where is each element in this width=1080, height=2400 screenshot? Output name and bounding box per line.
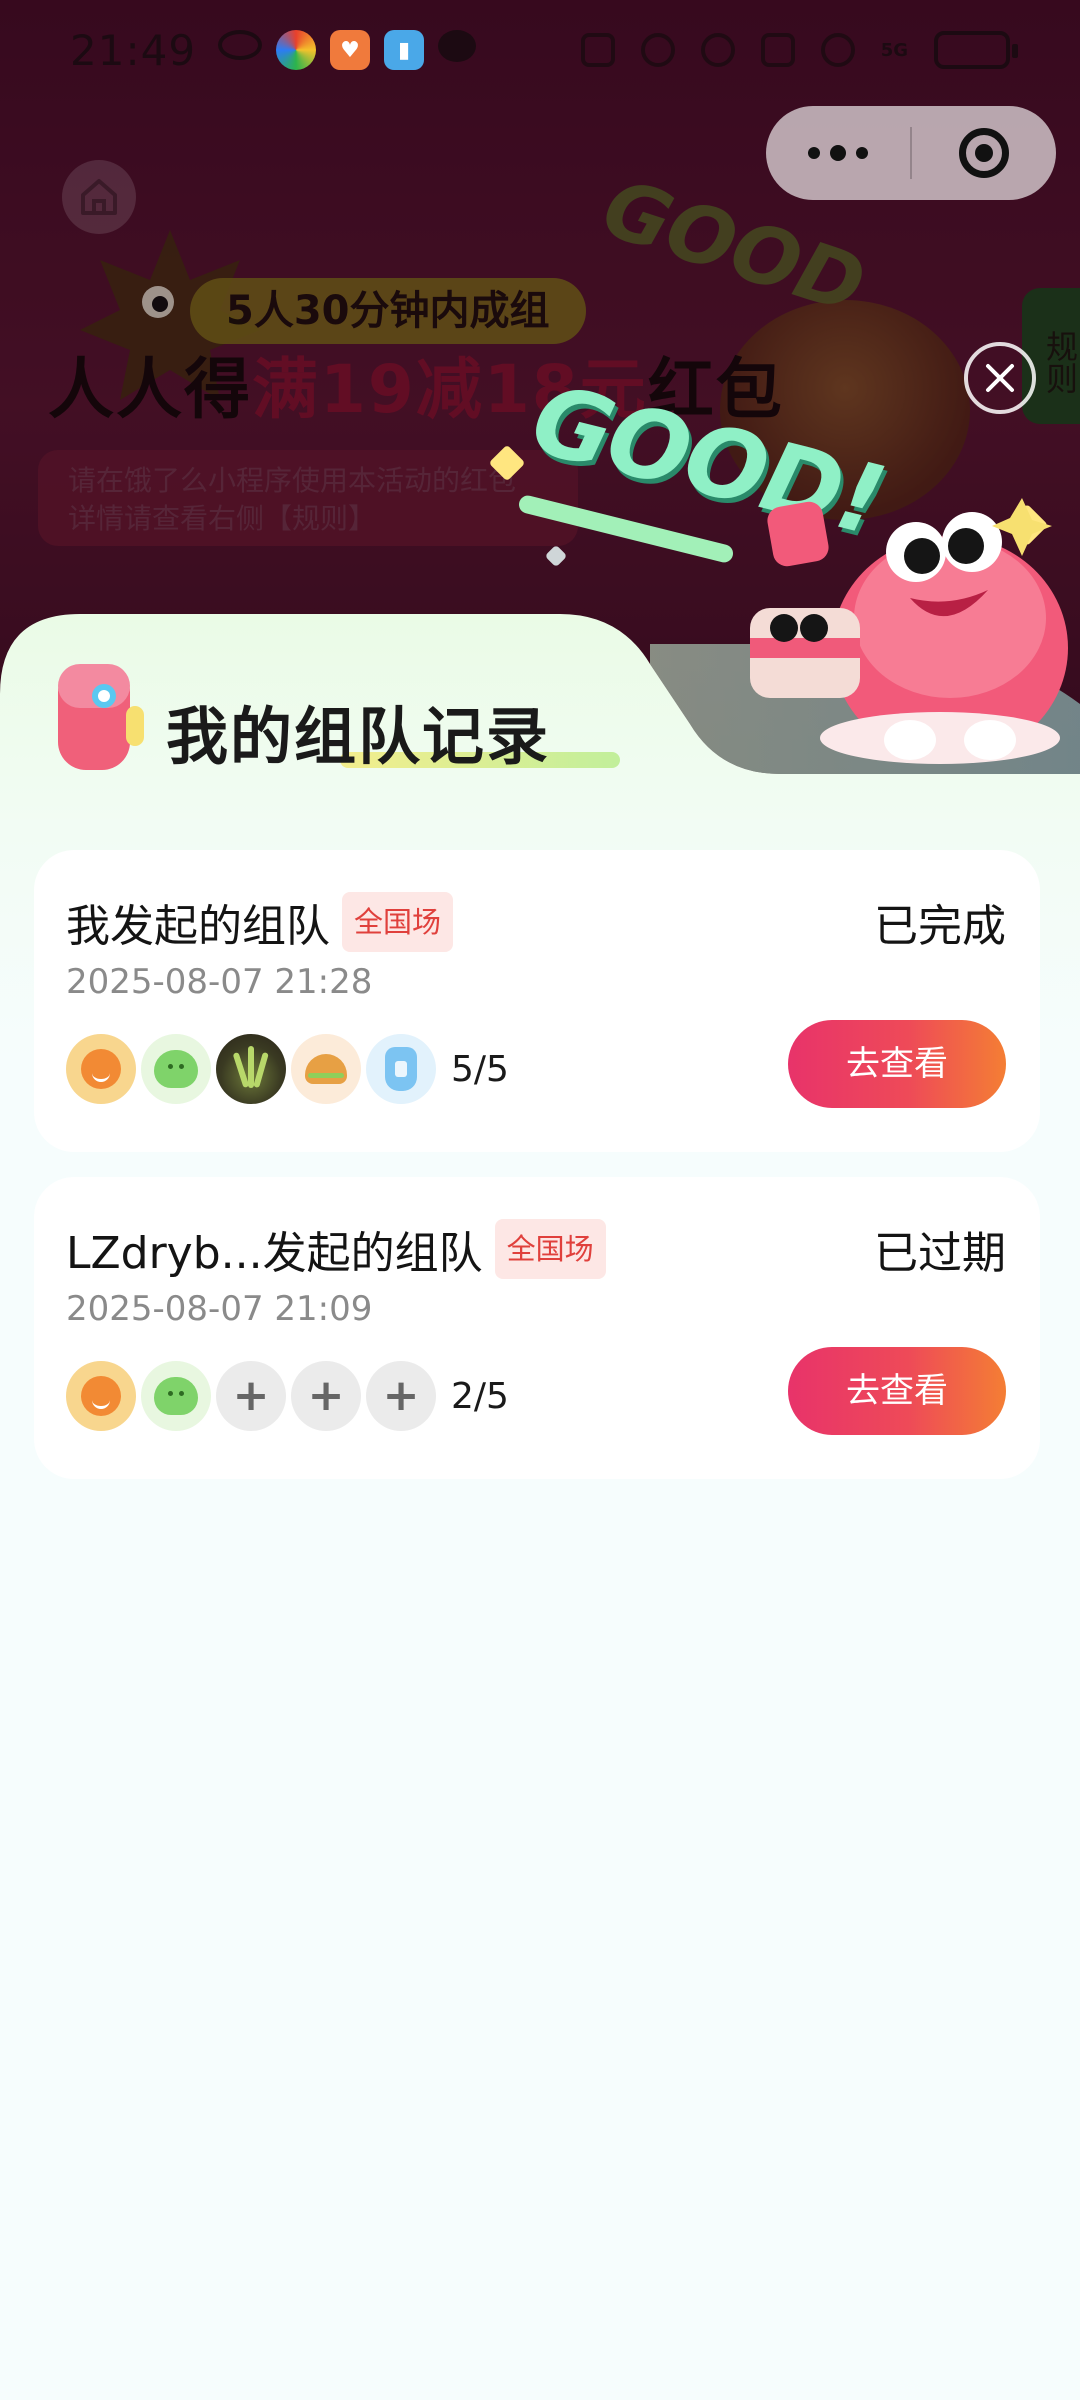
orange-app-icon: ♥ (330, 30, 371, 70)
record-status: 已过期 (874, 1228, 1006, 1279)
member-avatars: + + + 2/5 (66, 1361, 509, 1431)
member-avatars: 5/5 (66, 1034, 509, 1104)
nfc-icon (580, 33, 615, 67)
record-scope-tag: 全国场 (342, 892, 454, 952)
vibrate-icon (760, 33, 795, 67)
burger-avatar (291, 1034, 361, 1104)
blue-cup-avatar (366, 1034, 436, 1104)
book-app-icon: ▮ (384, 30, 425, 70)
plant-photo-avatar (216, 1034, 286, 1104)
colorful-app-icon (276, 30, 317, 70)
orange-face-avatar (66, 1034, 136, 1104)
exit-miniprogram-button[interactable] (912, 128, 1056, 178)
view-record-button[interactable]: 去查看 (788, 1347, 1006, 1435)
green-blob-avatar (141, 1034, 211, 1104)
status-time: 21:49 (70, 25, 197, 75)
pink-mascot-illustration (750, 498, 1068, 764)
team-record-card: LZdryb...发起的组队 全国场 已过期 2025-08-07 21:09 … (34, 1177, 1040, 1479)
team-record-card: 我发起的组队 全国场 已完成 2025-08-07 21:28 5/5 去查看 (34, 850, 1040, 1152)
orange-face-avatar (66, 1361, 136, 1431)
green-blob-avatar (141, 1361, 211, 1431)
record-status: 已完成 (874, 901, 1006, 952)
team-record-sheet: 我的组队记录 我发起的组队 全国场 已完成 2025-08-07 21:28 5… (0, 614, 1080, 2400)
chat-bubble-icon (438, 30, 477, 62)
view-record-button[interactable]: 去查看 (788, 1020, 1006, 1108)
close-icon (986, 364, 1014, 392)
empty-slot-plus-icon: + (291, 1361, 361, 1431)
eye-icon (218, 30, 263, 60)
member-count: 2/5 (451, 1375, 509, 1417)
dot-icon (830, 145, 846, 161)
record-time: 2025-08-07 21:28 (66, 962, 373, 1002)
target-icon (959, 128, 1009, 178)
status-system-icons: 5G (580, 31, 1018, 69)
record-title: 我发起的组队 全国场 (66, 890, 454, 954)
close-modal-button[interactable] (964, 342, 1036, 414)
home-button[interactable] (62, 160, 136, 234)
hotspot-icon (820, 33, 855, 67)
location-icon (700, 33, 735, 67)
member-count: 5/5 (451, 1048, 509, 1090)
status-notification-icons: ♥ ▮ (218, 30, 477, 70)
battery-icon (934, 31, 1018, 69)
signal-label: 5G (880, 39, 908, 61)
empty-slot-plus-icon: + (366, 1361, 436, 1431)
more-button[interactable] (766, 106, 910, 200)
dot-icon (808, 147, 820, 159)
empty-slot-plus-icon: + (216, 1361, 286, 1431)
record-team-name: LZdryb...发起的组队 (66, 1228, 483, 1279)
status-bar: 21:49 ♥ ▮ 5G (0, 0, 1080, 100)
sheet-title: 我的组队记录 (166, 700, 551, 773)
home-icon (81, 179, 117, 215)
red-packet-mascot-icon (58, 664, 144, 770)
record-scope-tag: 全国场 (494, 1219, 606, 1279)
record-title: LZdryb...发起的组队 全国场 (66, 1217, 606, 1281)
dot-icon (856, 147, 868, 159)
miniprogram-capsule (766, 106, 1056, 200)
mute-icon (640, 33, 675, 67)
record-team-name: 我发起的组队 (66, 901, 330, 952)
record-time: 2025-08-07 21:09 (66, 1289, 373, 1329)
